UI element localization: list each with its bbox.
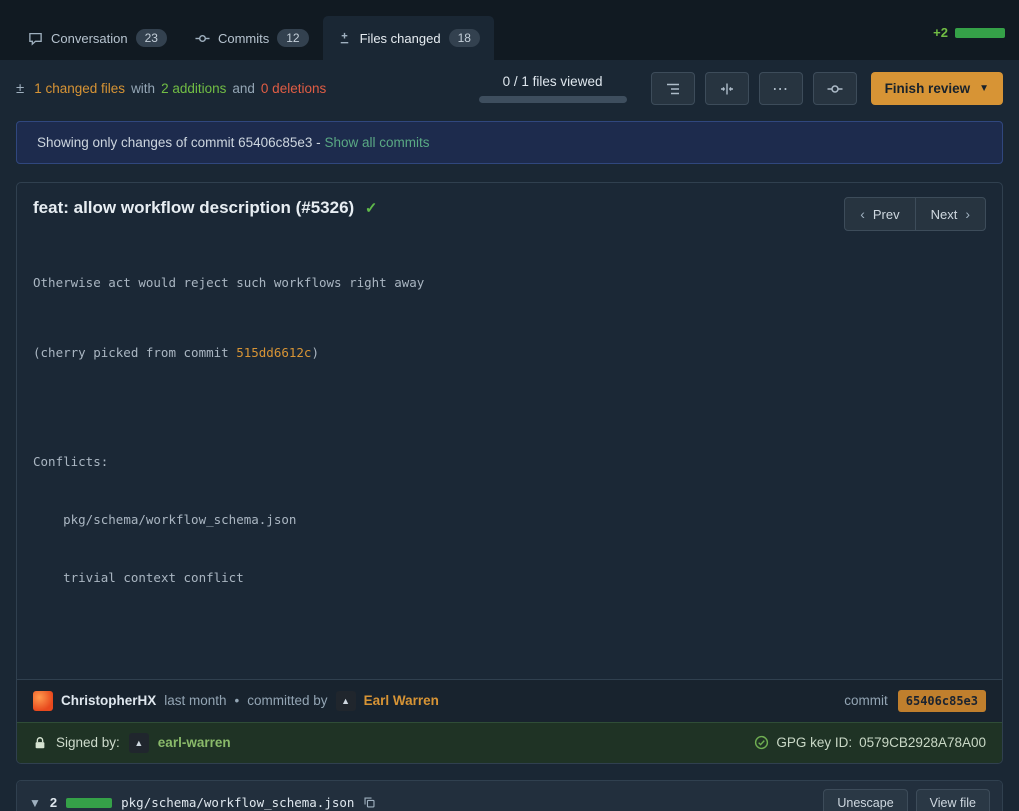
diff-plusminus-icon: ± [16, 80, 24, 97]
committer-avatar[interactable]: ▲ [336, 691, 356, 711]
commit-author-row: ChristopherHX last month • committed by … [17, 679, 1002, 722]
diff-options-button[interactable]: ⋯ [759, 72, 803, 105]
view-file-button[interactable]: View file [916, 789, 990, 811]
summary-word: and [232, 81, 255, 96]
finish-review-button[interactable]: Finish review ▼ [871, 72, 1003, 105]
conversation-icon [28, 31, 43, 46]
tab-conversation-label: Conversation [51, 31, 128, 46]
commit-card: feat: allow workflow description (#5326)… [16, 182, 1003, 764]
commit-message-conflicts: Conflicts: pkg/schema/workflow_schema.js… [33, 413, 986, 626]
chevron-left-icon: ‹ [860, 206, 865, 222]
diffstat-additions-text: +2 [933, 25, 948, 40]
changed-files-count: 1 changed files [34, 81, 125, 96]
summary-word: with [131, 81, 155, 96]
tab-conversation[interactable]: Conversation 23 [14, 16, 181, 60]
additions-count: 2 additions [161, 81, 226, 96]
pr-diffstat: +2 [933, 25, 1005, 60]
diff-summary-toolbar: ± 1 changed files with 2 additions and 0… [0, 60, 1019, 115]
commit-icon [827, 81, 843, 97]
unescape-button[interactable]: Unescape [823, 789, 907, 811]
commit-message-line: Otherwise act would reject such workflow… [33, 273, 986, 292]
diff-icon [337, 31, 352, 46]
commit-title: feat: allow workflow description (#5326) [33, 198, 354, 217]
show-all-commits-link[interactable]: Show all commits [324, 135, 429, 150]
commit-filter-banner: Showing only changes of commit 65406c85e… [16, 121, 1003, 164]
commit-signed-row: Signed by: ▲ earl-warren GPG key ID: 057… [17, 722, 1002, 763]
conversation-count-badge: 23 [136, 29, 167, 47]
author-name-link[interactable]: ChristopherHX [61, 693, 156, 708]
next-label: Next [931, 207, 958, 222]
gpg-key-id: 0579CB2928A78A00 [859, 735, 986, 750]
signer-avatar[interactable]: ▲ [129, 733, 149, 753]
chevron-right-icon: › [965, 206, 970, 222]
commits-count-badge: 12 [277, 29, 308, 47]
commit-word: commit [844, 693, 888, 708]
pr-tab-strip: Conversation 23 Commits 12 Files changed… [0, 0, 1019, 60]
files-changed-count-badge: 18 [449, 29, 480, 47]
committed-by-text: committed by [247, 693, 327, 708]
gpg-key-label: GPG key ID: [776, 735, 852, 750]
diffstat-bar [955, 28, 1005, 38]
signed-by-label: Signed by: [56, 735, 120, 750]
files-viewed-group: 0 / 1 files viewed [479, 74, 627, 103]
commit-message: Otherwise act would reject such workflow… [33, 234, 986, 665]
committer-name-link[interactable]: Earl Warren [364, 693, 439, 708]
files-viewed-progressbar [479, 96, 627, 103]
file-tree-toggle-button[interactable] [651, 72, 695, 105]
deletions-count: 0 deletions [261, 81, 326, 96]
file-tree-icon [665, 81, 681, 97]
lock-icon [33, 736, 47, 750]
tab-commits-label: Commits [218, 31, 269, 46]
commit-time: last month [164, 693, 226, 708]
commit-message-line: (cherry picked from commit 515dd6612c) [33, 343, 986, 362]
commit-icon [195, 31, 210, 46]
tab-commits[interactable]: Commits 12 [181, 16, 323, 60]
file-diffstat-bar [66, 798, 112, 808]
next-commit-button[interactable]: Next › [915, 197, 986, 231]
whitespace-toggle-button[interactable] [705, 72, 749, 105]
prev-commit-button[interactable]: ‹ Prev [844, 197, 915, 231]
ci-success-check-icon[interactable]: ✓ [365, 200, 378, 217]
signer-name-link[interactable]: earl-warren [158, 735, 231, 750]
commit-select-button[interactable] [813, 72, 857, 105]
banner-text: Showing only changes of commit 65406c85e… [37, 135, 321, 150]
collapse-file-chevron-icon[interactable]: ▼ [29, 796, 41, 810]
diff-file-box: ▼ 2 pkg/schema/workflow_schema.json Unes… [16, 780, 1003, 811]
files-viewed-label: 0 / 1 files viewed [503, 74, 603, 89]
author-avatar[interactable] [33, 691, 53, 711]
finish-review-label: Finish review [885, 81, 971, 96]
cherry-pick-sha-link[interactable]: 515dd6612c [236, 345, 311, 360]
diff-file-header: ▼ 2 pkg/schema/workflow_schema.json Unes… [17, 781, 1002, 811]
whitespace-icon [719, 81, 735, 97]
file-lines-changed-count: 2 [50, 795, 57, 810]
chevron-down-icon: ▼ [979, 83, 989, 94]
commit-sha-badge[interactable]: 65406c85e3 [898, 690, 986, 712]
commit-pager: ‹ Prev Next › [844, 197, 986, 231]
dot-separator: • [235, 693, 240, 708]
ellipsis-icon: ⋯ [772, 79, 789, 99]
prev-label: Prev [873, 207, 900, 222]
file-name-link[interactable]: pkg/schema/workflow_schema.json [121, 795, 354, 810]
verified-check-icon [754, 735, 769, 750]
diff-summary-text: ± 1 changed files with 2 additions and 0… [16, 80, 326, 97]
tab-files-changed[interactable]: Files changed 18 [323, 16, 494, 60]
tab-files-changed-label: Files changed [360, 31, 441, 46]
copy-filename-icon[interactable] [363, 796, 376, 809]
